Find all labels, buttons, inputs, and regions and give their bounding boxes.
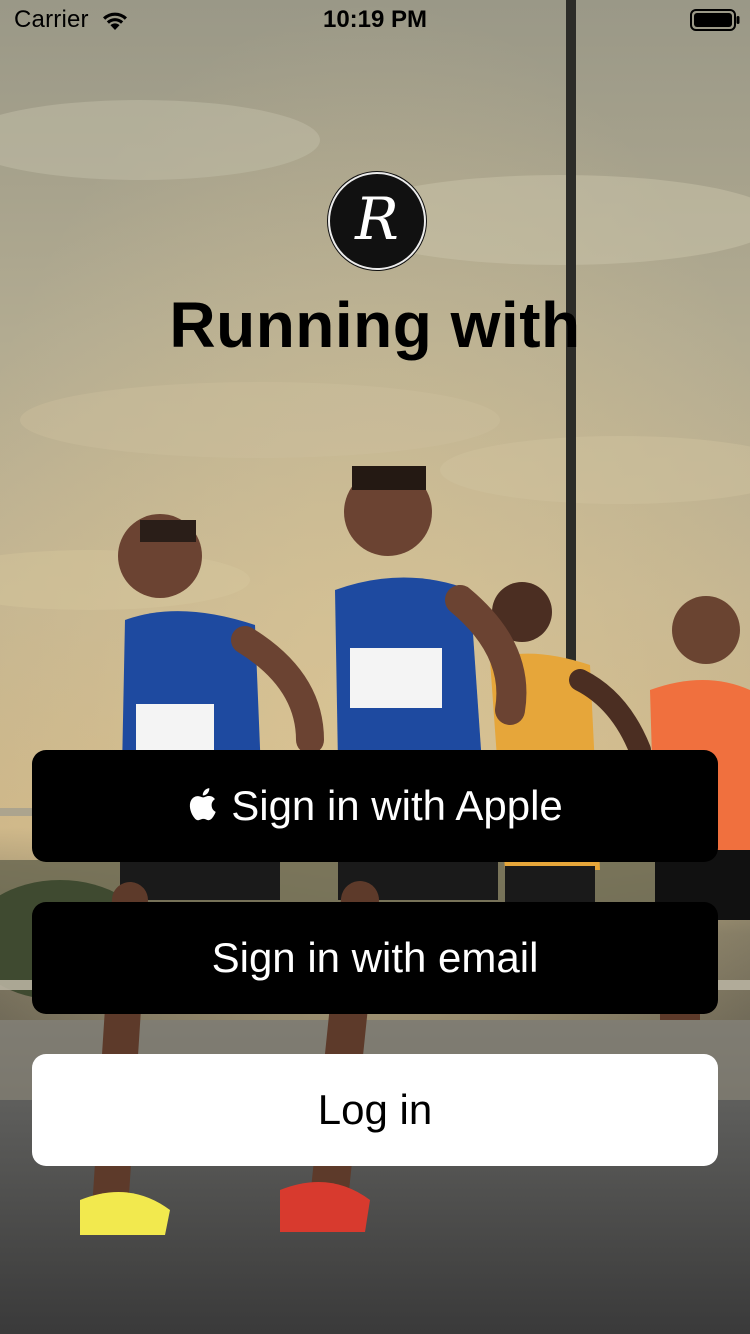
login-button-label: Log in <box>317 1086 433 1133</box>
battery-icon <box>690 9 740 31</box>
logo-letter: R <box>355 185 399 253</box>
app-title: Running with <box>169 289 581 361</box>
status-bar: Carrier 10:19 PM <box>0 0 750 40</box>
sign-in-with-apple-button[interactable]: Sign in with Apple <box>32 750 718 862</box>
email-button-label: Sign in with email <box>211 934 539 981</box>
sign-in-with-email-button[interactable]: Sign in with email <box>32 902 718 1014</box>
status-time: 10:19 PM <box>322 6 428 33</box>
welcome-screen: Carrier 10:19 PM R Running with Sign in … <box>0 0 750 1334</box>
apple-icon <box>190 788 216 821</box>
apple-button-label: Sign in with Apple <box>231 782 563 829</box>
app-logo: R <box>328 172 426 270</box>
log-in-button[interactable]: Log in <box>32 1054 718 1166</box>
